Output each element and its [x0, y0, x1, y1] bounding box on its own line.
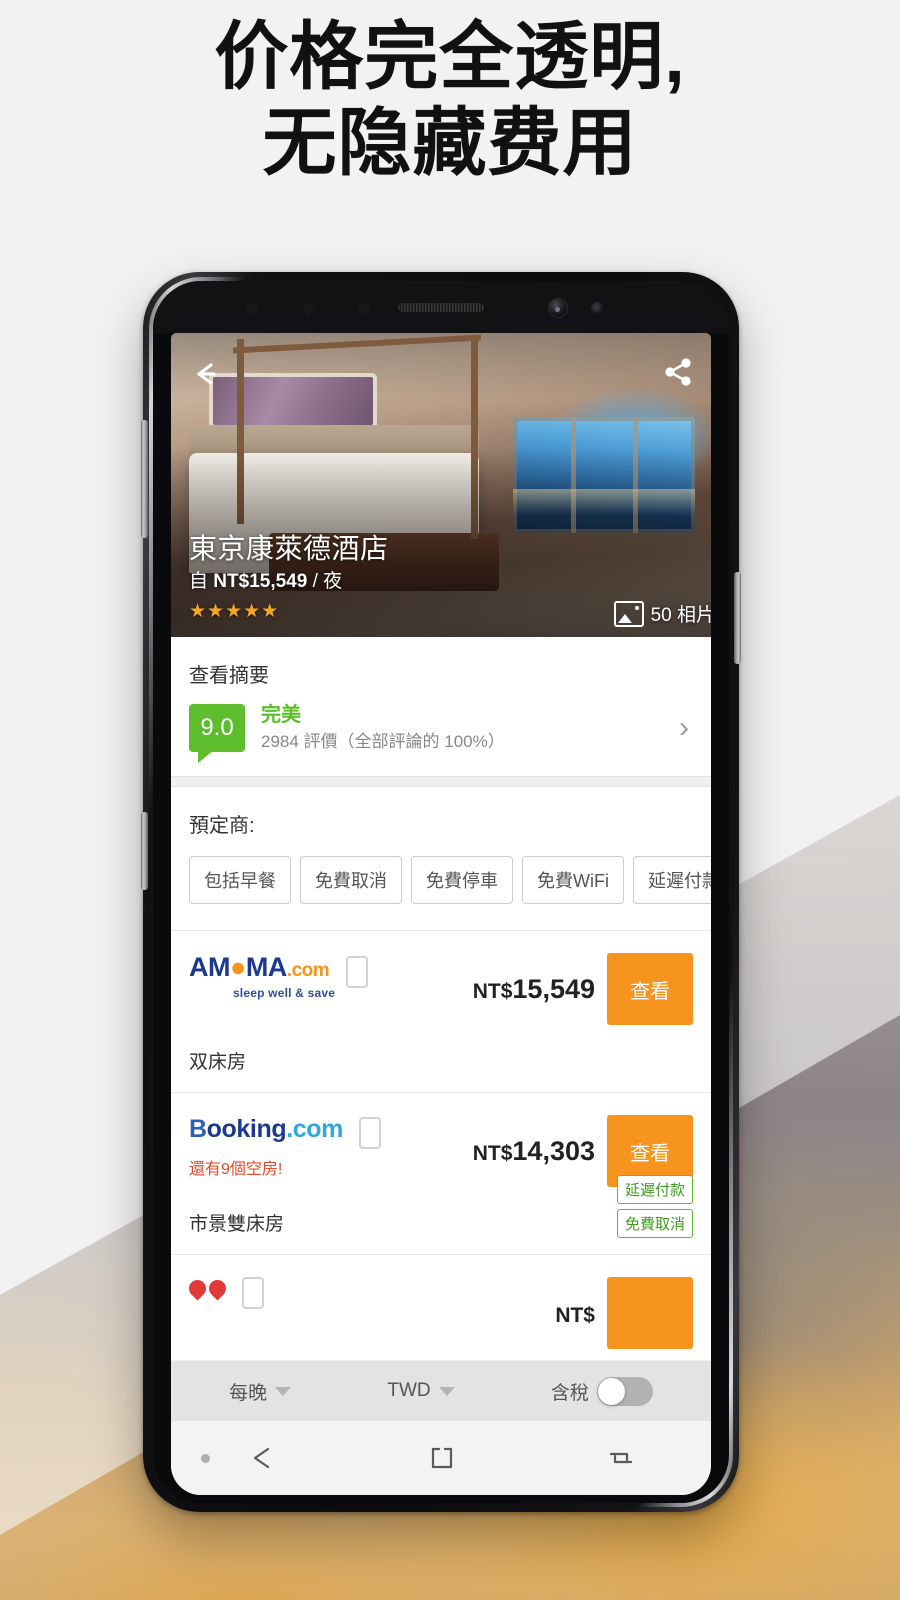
section-divider: [171, 776, 711, 787]
star-rating: ★★★★★: [189, 601, 280, 622]
booking-logo-b: B: [189, 1115, 207, 1143]
score-word: 完美: [261, 704, 301, 726]
chevron-down-icon: [275, 1386, 292, 1396]
headline-line-2: 无隐藏费用: [262, 101, 638, 184]
amoma-logo: AAMM●MA.com: [189, 952, 330, 982]
android-recents-icon[interactable]: [605, 1442, 637, 1474]
volume-button[interactable]: [141, 420, 148, 538]
hotels-price: NT$: [555, 1298, 595, 1329]
chevron-right-icon: ›: [679, 711, 689, 744]
tax-toggle[interactable]: [596, 1376, 653, 1406]
filter-chip-breakfast[interactable]: 包括早餐: [189, 856, 291, 904]
filter-chip-pay-later[interactable]: 延遲付款: [632, 856, 711, 904]
badge-pay-later: 延遲付款: [616, 1175, 693, 1204]
booking-price-amount: 14,303: [512, 1135, 595, 1166]
currency-label: TWD: [387, 1380, 431, 1401]
booking-price-currency: NT$: [472, 1141, 513, 1165]
front-camera-icon: [549, 299, 567, 317]
bezel-sensor-1: [245, 303, 258, 316]
hotels-price-currency: NT$: [555, 1303, 595, 1327]
mobile-device-icon: [242, 1277, 265, 1309]
review-count: 2984 評價（全部評論的 100%）: [261, 732, 505, 751]
provider-listing-booking[interactable]: Booking.com 還有9個空房! NT$14,303 查看 市景雙床房 延…: [171, 1093, 711, 1254]
bezel-sensor-3: [358, 303, 371, 316]
amoma-logo-group: AAMM●MA.com sleep well & save: [189, 953, 473, 1000]
phone-screen-area: 東京康萊德酒店 自 NT$15,549 / 夜 ★★★★★ 50 相片 查看摘要: [153, 281, 729, 1503]
photo-gallery-icon: [613, 600, 644, 627]
filter-chip-row[interactable]: 包括早餐 免費取消 免費停車 免費WiFi 延遲付款: [189, 850, 711, 930]
earpiece-speaker: [398, 303, 484, 312]
filter-chip-free-parking[interactable]: 免費停車: [411, 856, 513, 904]
hotel-summary-overlay: 東京康萊德酒店 自 NT$15,549 / 夜 ★★★★★: [189, 532, 389, 623]
review-text-group: 完美 2984 評價（全部評論的 100%）: [261, 702, 679, 754]
share-icon[interactable]: [661, 355, 695, 389]
amoma-price-amount: 15,549: [512, 973, 595, 1004]
review-summary-section: 查看摘要 9.0 完美 2984 評價（全部評論的 100%） ›: [171, 637, 711, 776]
amoma-price-currency: NT$: [472, 979, 513, 1003]
period-selector[interactable]: 每晚: [229, 1378, 292, 1405]
booking-logo: Booking.com: [189, 1115, 343, 1144]
app-screen: 東京康萊德酒店 自 NT$15,549 / 夜 ★★★★★ 50 相片 查看摘要: [171, 333, 711, 1495]
booking-logo-mid: ooking: [206, 1115, 287, 1143]
photo-count-label: 50 相片: [650, 605, 711, 626]
booking-logo-dotcom: .com: [286, 1115, 343, 1143]
android-back-icon[interactable]: [245, 1441, 279, 1475]
amoma-room-type: 双床房: [189, 1052, 247, 1073]
hotels-logo: [185, 1276, 230, 1301]
android-navigation-bar: [171, 1421, 711, 1495]
review-score-row[interactable]: 9.0 完美 2984 評價（全部評論的 100%） ›: [189, 700, 693, 776]
provider-listing-amoma[interactable]: AAMM●MA.com sleep well & save NT$15,549 …: [171, 931, 711, 1092]
filter-chip-free-wifi[interactable]: 免費WiFi: [522, 856, 624, 904]
price-prefix: 自: [189, 571, 214, 592]
headline-line-1: 价格完全透明,: [214, 15, 686, 98]
nav-indicator-dot: [201, 1453, 210, 1463]
hotel-hero-image: 東京康萊德酒店 自 NT$15,549 / 夜 ★★★★★ 50 相片: [171, 333, 711, 637]
phone-mockup: 東京康萊德酒店 自 NT$15,549 / 夜 ★★★★★ 50 相片 查看摘要: [141, 272, 741, 1512]
chevron-down-icon: [438, 1386, 455, 1396]
app-scroll-view[interactable]: 東京康萊德酒店 自 NT$15,549 / 夜 ★★★★★ 50 相片 查看摘要: [171, 333, 711, 1421]
phone-top-bezel: [153, 281, 729, 333]
summary-title: 查看摘要: [189, 665, 269, 687]
booking-logo-group: Booking.com 還有9個空房!: [189, 1115, 473, 1179]
providers-section: 預定商: 包括早餐 免費取消 免費停車 免費WiFi 延遲付款: [171, 787, 711, 930]
booking-availability: 還有9個空房!: [189, 1160, 283, 1178]
booking-price: NT$14,303: [473, 1136, 595, 1167]
tax-label: 含稅: [550, 1382, 589, 1404]
providers-title: 預定商:: [189, 815, 255, 837]
badge-free-cancel: 免費取消: [616, 1209, 693, 1238]
currency-selector[interactable]: TWD: [387, 1380, 455, 1402]
bezel-sensor-2: [303, 303, 316, 316]
hotels-view-button[interactable]: [607, 1277, 693, 1349]
back-arrow-icon[interactable]: [189, 357, 223, 391]
android-home-icon[interactable]: [426, 1442, 458, 1474]
hotel-name: 東京康萊德酒店: [189, 533, 389, 564]
amoma-logo-dotcom: .com: [286, 960, 330, 981]
price-suffix: / 夜: [307, 571, 343, 592]
score-badge: 9.0: [189, 704, 245, 763]
power-button[interactable]: [734, 572, 741, 664]
amoma-tagline: sleep well & save: [232, 985, 336, 1000]
price-currency: NT$: [213, 571, 250, 592]
proximity-sensor-icon: [591, 302, 604, 315]
photo-count-badge[interactable]: 50 相片: [613, 600, 711, 627]
price-amount: 15,549: [249, 571, 308, 592]
period-label: 每晚: [229, 1382, 268, 1404]
filter-chip-free-cancel[interactable]: 免費取消: [300, 856, 402, 904]
assistant-button[interactable]: [141, 812, 148, 890]
amoma-price: NT$15,549: [473, 974, 595, 1005]
amoma-view-button[interactable]: 查看: [607, 953, 693, 1025]
mobile-device-icon: [359, 1116, 382, 1149]
hotel-price-from: 自 NT$15,549 / 夜: [189, 568, 389, 596]
marketing-headline: 价格完全透明, 无隐藏费用: [0, 14, 900, 186]
booking-badges: 延遲付款 免費取消: [616, 1170, 693, 1238]
hotels-logo-group: [185, 1276, 555, 1309]
bottom-filter-bar: 每晚 TWD 含稅: [171, 1361, 711, 1421]
tax-toggle-group[interactable]: 含稅: [550, 1376, 653, 1406]
mobile-device-icon: [345, 955, 368, 988]
